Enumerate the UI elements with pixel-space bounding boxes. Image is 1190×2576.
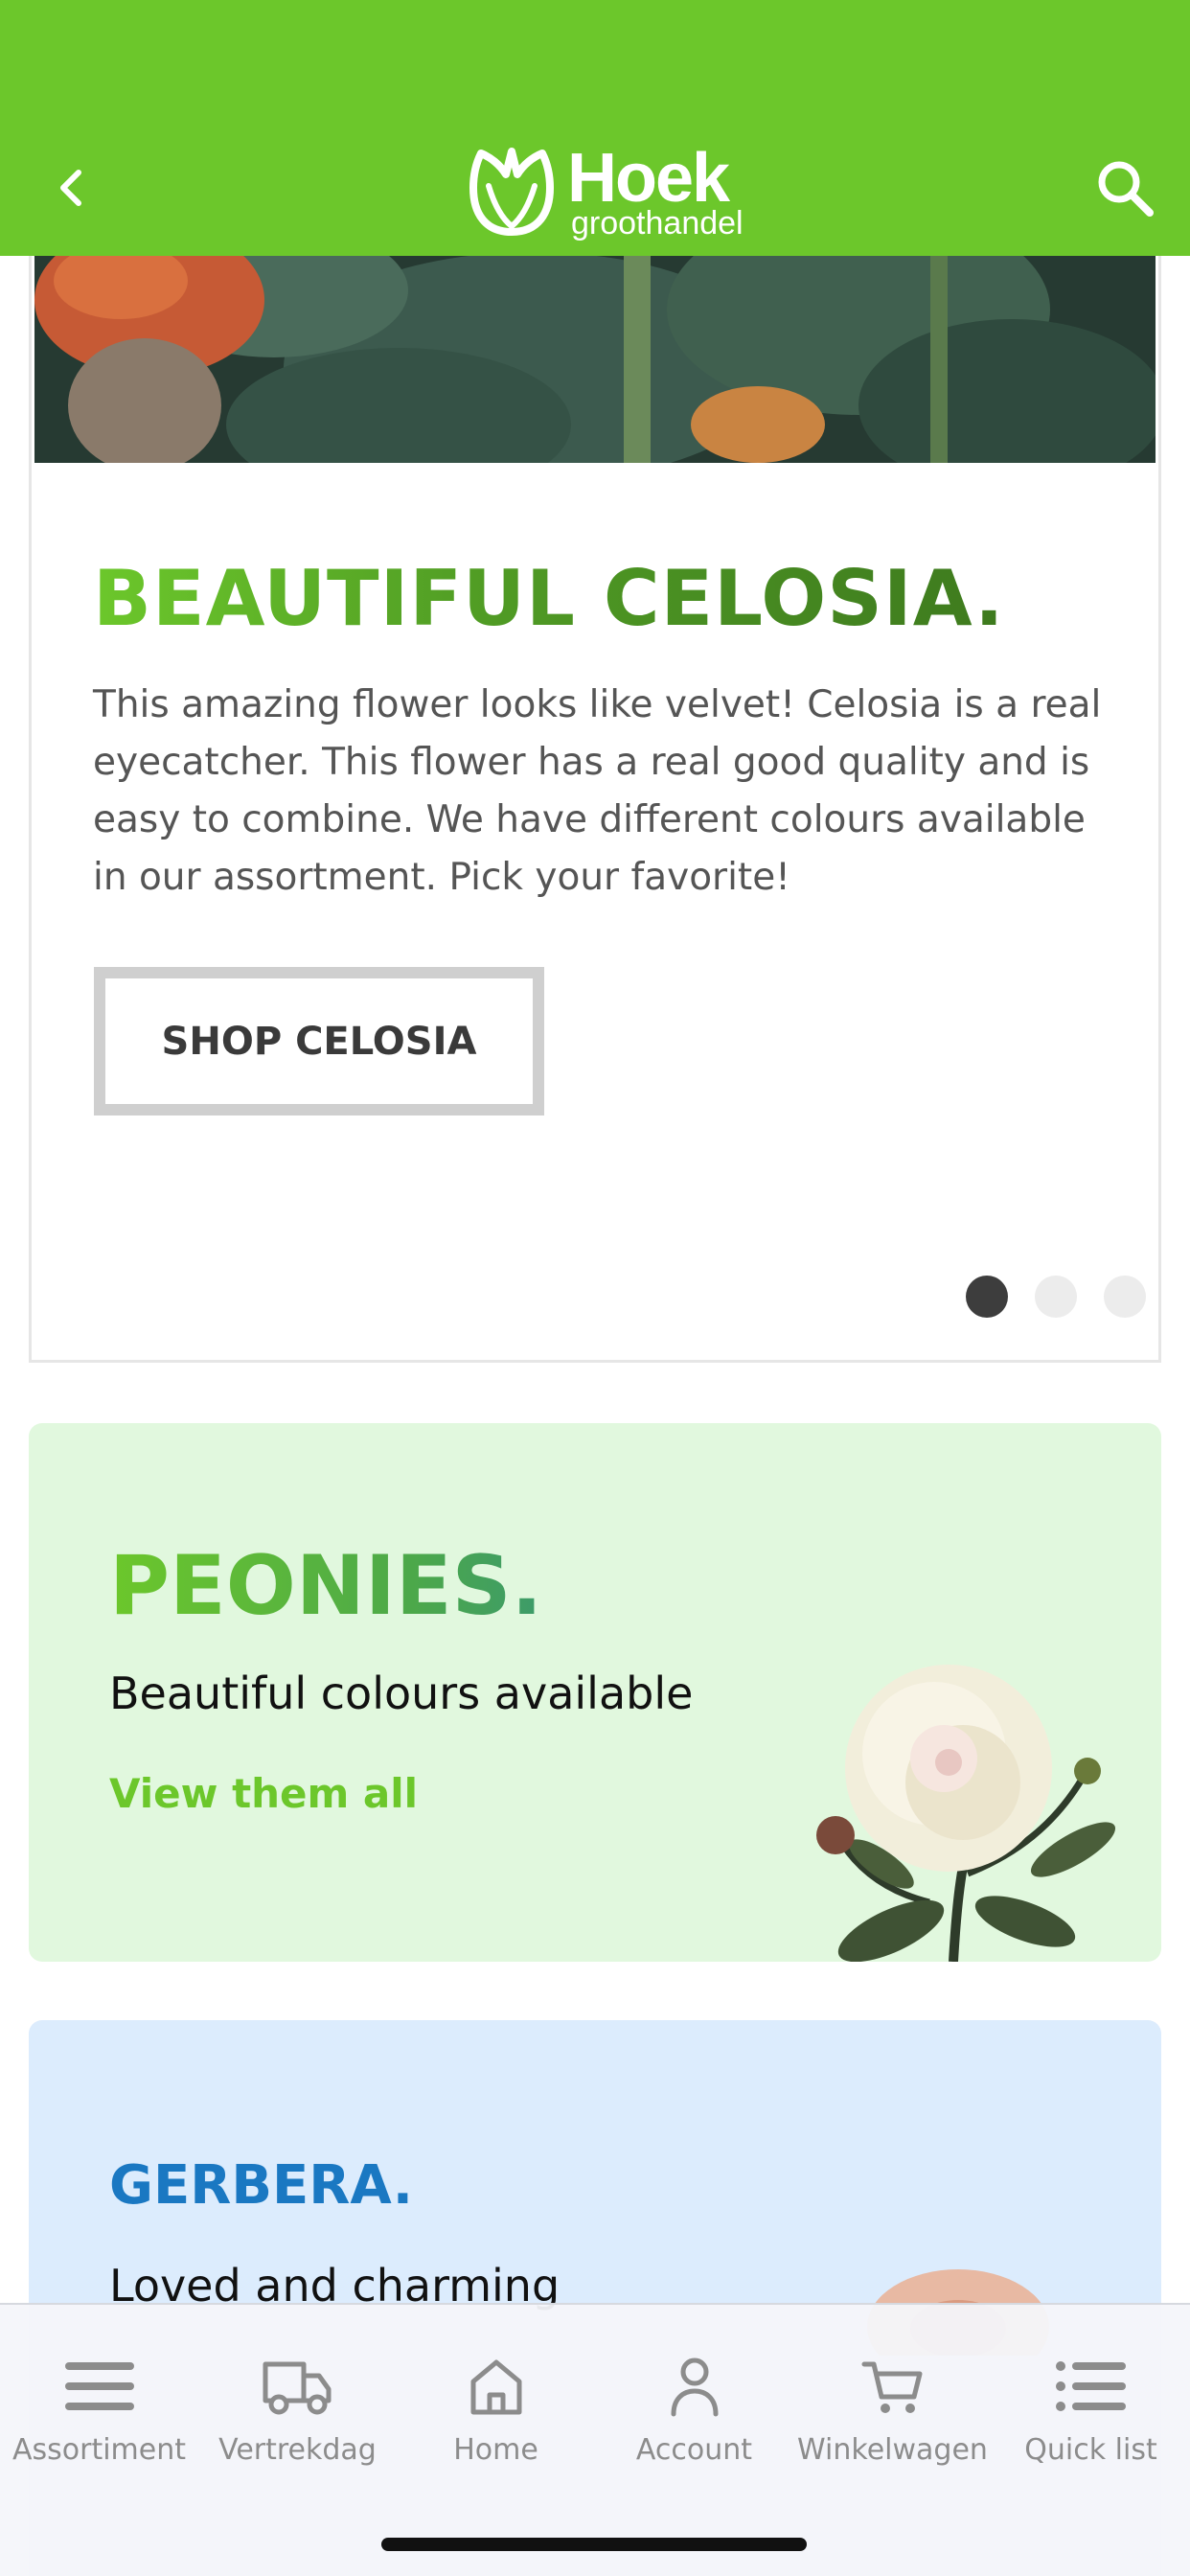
tab-label: Assortiment — [11, 2433, 187, 2467]
app-header: Hoek groothandel — [0, 0, 1190, 256]
peonies-promo-card[interactable]: PEONIES. Beautiful colours available Vie… — [29, 1423, 1161, 1962]
tab-home[interactable]: Home — [397, 2353, 595, 2467]
menu-icon — [64, 2362, 134, 2410]
carousel-dot[interactable] — [1104, 1276, 1146, 1318]
tab-label: Winkelwagen — [797, 2433, 988, 2467]
carousel-dot[interactable] — [1035, 1276, 1077, 1318]
promo-subtitle: Beautiful colours available — [109, 1668, 694, 1719]
truck-icon — [263, 2361, 331, 2415]
tulip-logo-icon — [469, 148, 554, 236]
view-them-all-link[interactable]: View them all — [109, 1770, 418, 1817]
tab-label: Vertrekdag — [218, 2433, 377, 2467]
tab-winkelwagen[interactable]: Winkelwagen — [793, 2353, 992, 2467]
carousel-dot[interactable] — [966, 1276, 1008, 1318]
brand-subtitle: groothandel — [571, 205, 744, 242]
tab-quick-list[interactable]: Quick list — [992, 2353, 1190, 2467]
list-icon — [1055, 2361, 1126, 2411]
brand-name: Hoek — [567, 140, 730, 217]
celosia-image — [34, 233, 1156, 463]
shop-celosia-button[interactable]: SHOP CELOSIA — [94, 967, 544, 1116]
tab-label: Account — [635, 2433, 753, 2467]
promo-title: PEONIES. — [109, 1538, 543, 1634]
tab-account[interactable]: Account — [595, 2353, 793, 2467]
home-indicator — [381, 2538, 807, 2551]
back-button[interactable] — [46, 161, 94, 215]
search-icon — [1098, 161, 1154, 217]
home-icon — [470, 2359, 521, 2415]
peony-image — [816, 1665, 1116, 1962]
carousel-pagination — [966, 1276, 1146, 1318]
brand-logo[interactable]: Hoek groothandel — [464, 144, 744, 240]
promo-title: GERBERA. — [109, 2154, 414, 2217]
tab-assortiment[interactable]: Assortiment — [0, 2353, 198, 2467]
tab-label: Home — [453, 2433, 538, 2467]
tab-label: Quick list — [1024, 2433, 1157, 2467]
user-icon — [671, 2358, 718, 2417]
hero-description: This amazing flower looks like velvet! C… — [93, 683, 1102, 899]
chevron-left-icon — [60, 170, 81, 206]
tab-vertrekdag[interactable]: Vertrekdag — [198, 2353, 397, 2467]
bottom-tab-bar: Assortiment Vertrekdag Home Account Wink… — [0, 2303, 1190, 2576]
search-button[interactable] — [1092, 155, 1159, 222]
cart-icon — [861, 2361, 922, 2413]
hero-title: BEAUTIFUL CELOSIA. — [93, 554, 1005, 643]
hero-carousel-card[interactable]: BEAUTIFUL CELOSIA. This amazing flower l… — [29, 230, 1161, 1363]
brand-wordmark: Hoek groothandel — [567, 144, 744, 240]
